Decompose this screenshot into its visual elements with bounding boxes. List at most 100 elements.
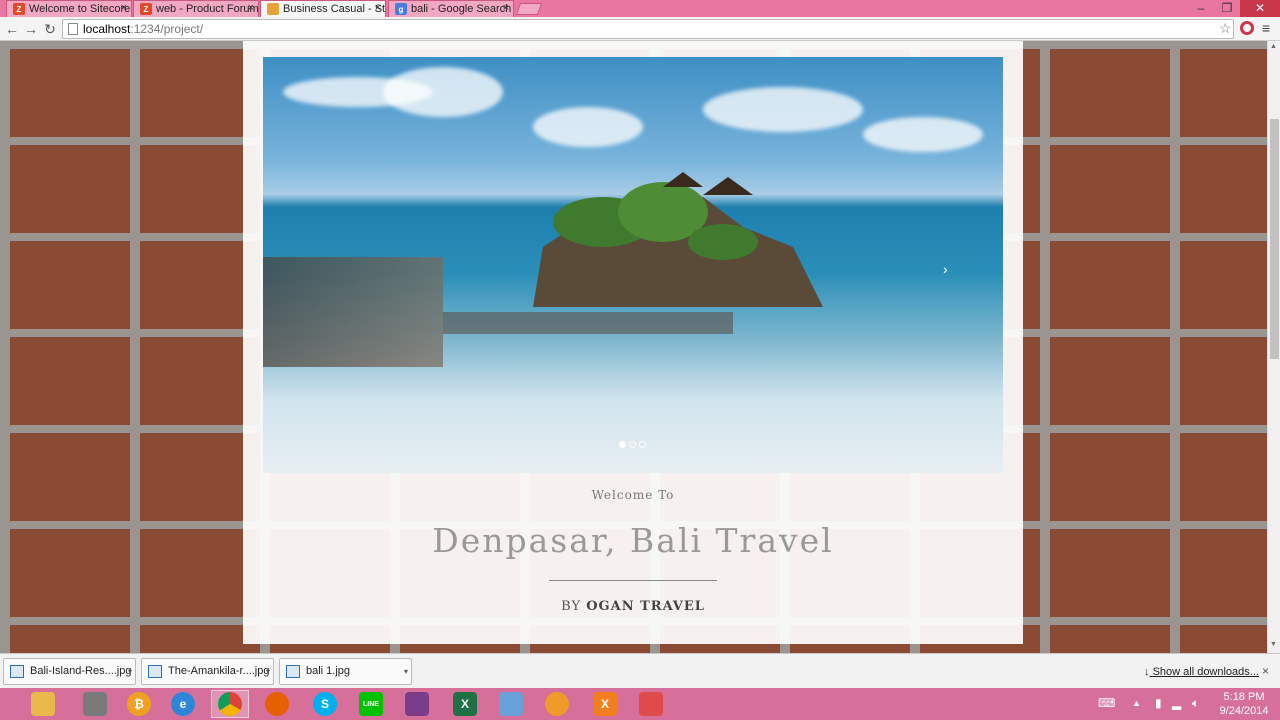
carousel-dot-1[interactable] [619,441,626,448]
tab-label: web - Product Forum [156,3,259,15]
firefox-icon [265,692,289,716]
minimize-icon[interactable]: – [1190,0,1212,17]
byline: BY OGAN TRAVEL [243,599,1023,614]
new-tab-button[interactable] [515,3,543,15]
keyboard-icon[interactable]: ⌨ [1098,696,1115,710]
download-filename: The-Amankila-r....jpg [168,665,270,677]
download-item[interactable]: bali 1.jpg ▾ [279,658,412,685]
battery-icon[interactable]: ▮ [1155,696,1162,710]
taskbar-excel[interactable]: X [446,690,484,718]
tab-product-forum[interactable]: Z web - Product Forum × [133,0,259,17]
address-bar[interactable]: localhost:1234/project/ [62,19,1234,39]
download-shelf: Bali-Island-Res....jpg ▾ The-Amankila-r.… [0,653,1280,688]
taskbar-winrar[interactable] [398,690,436,718]
taskbar-skype[interactable]: S [306,690,344,718]
clock-time: 5:18 PM [1223,691,1265,703]
image-file-icon [286,665,300,678]
tab-sitecore[interactable]: Z Welcome to Sitecore × [6,0,132,17]
image-file-icon [10,665,24,678]
tab-label: Welcome to Sitecore [29,3,131,15]
url-host: localhost [83,22,131,36]
page-title: Denpasar, Bali Travel [432,521,834,560]
bookmark-star-icon[interactable]: ☆ [1219,20,1232,37]
tab-favicon [267,3,279,15]
divider [549,580,717,581]
taskbar-bitcoin[interactable]: ₿ [120,690,158,718]
back-arrow-icon[interactable]: ← [3,20,21,38]
extension-icon[interactable] [1240,21,1254,35]
reload-icon[interactable]: ↻ [41,20,59,38]
tab-favicon: Z [13,3,25,15]
internet-explorer-icon: e [171,692,195,716]
window-close-icon[interactable]: ✕ [1240,0,1280,17]
close-shelf-icon[interactable]: × [1262,664,1269,678]
download-icon: ↓ [1144,666,1150,678]
taskbar-chrome[interactable] [211,690,249,718]
bitcoin-icon: ₿ [127,692,151,716]
download-filename: Bali-Island-Res....jpg [30,665,132,677]
skype-icon: S [313,692,337,716]
content-box: › Welcome To Denpasar, Bali Travel BY OG… [243,41,1023,644]
chrome-menu-icon[interactable]: ≡ [1262,20,1270,36]
carousel-next-icon[interactable]: › [943,261,948,277]
folder-icon [31,692,55,716]
scroll-up-icon[interactable]: ▲ [1270,43,1277,50]
carousel-dot-2[interactable] [629,441,636,448]
page-viewport: › Welcome To Denpasar, Bali Travel BY OG… [0,41,1267,653]
carousel-indicators [619,441,646,448]
scroll-down-icon[interactable]: ▼ [1270,641,1277,648]
tab-close-icon[interactable]: × [121,2,127,14]
excel-icon: X [453,692,477,716]
vertical-scrollbar[interactable]: ▲ ▼ [1267,41,1280,653]
byline-prefix: BY [561,599,582,614]
dropdown-arrow-icon[interactable]: ▾ [128,659,132,684]
download-filename: bali 1.jpg [306,665,351,677]
sublime-icon [545,692,569,716]
taskbar-app-red[interactable] [632,690,670,718]
browser-toolbar: ← → ↻ localhost:1234/project/ ☆ ≡ [0,17,1280,41]
tab-google-search[interactable]: g bali - Google Search × [388,0,514,17]
taskbar-printer[interactable] [76,690,114,718]
taskbar-line[interactable]: LINE [352,690,390,718]
tab-label: Business Casual - Sta [283,3,386,15]
forward-arrow-icon[interactable]: → [22,20,40,38]
app-icon [639,692,663,716]
chrome-icon [218,692,242,716]
page-icon [68,23,78,35]
signal-icon[interactable]: ▂ [1172,696,1181,710]
maximize-icon[interactable]: ❐ [1216,0,1238,17]
show-all-downloads-link[interactable]: ↓ Show all downloads... [1144,666,1259,678]
image-file-icon [148,665,162,678]
taskbar-sublime[interactable] [538,690,576,718]
carousel-dot-3[interactable] [639,441,646,448]
url-path: :1234/project/ [130,22,204,36]
tray-expand-icon[interactable]: ▲ [1132,698,1141,708]
xampp-icon: X [593,692,617,716]
taskbar-internet-explorer[interactable]: e [164,690,202,718]
welcome-text: Welcome To [591,488,675,502]
hero-carousel-image: › [263,57,1003,473]
tab-close-icon[interactable]: × [248,2,254,14]
system-clock[interactable]: 5:18 PM 9/24/2014 [1212,690,1276,718]
scrollbar-thumb[interactable] [1270,119,1279,359]
winrar-icon [405,692,429,716]
line-icon: LINE [359,692,383,716]
windows-taskbar: ₿ e S LINE X X ⌨ ▲ ▮ ▂ 🔈︎ 5:18 PM 9/24/2… [0,688,1280,720]
taskbar-xampp[interactable]: X [586,690,624,718]
browser-tab-strip: Z Welcome to Sitecore × Z web - Product … [0,0,1280,17]
brand-name: OGAN TRAVEL [586,599,705,614]
dropdown-arrow-icon[interactable]: ▾ [404,659,408,684]
tab-close-icon[interactable]: × [503,2,509,14]
download-item[interactable]: Bali-Island-Res....jpg ▾ [3,658,136,685]
taskbar-firefox[interactable] [258,690,296,718]
printer-icon [83,692,107,716]
tab-business-casual[interactable]: Business Casual - Sta × [260,0,386,17]
tab-close-icon[interactable]: × [375,2,381,14]
taskbar-file-explorer[interactable] [24,690,62,718]
download-item[interactable]: The-Amankila-r....jpg ▾ [141,658,274,685]
dropdown-arrow-icon[interactable]: ▾ [266,659,270,684]
volume-icon[interactable]: 🔈︎ [1192,696,1199,711]
island-temple-graphic [533,172,823,307]
taskbar-photos[interactable] [492,690,530,718]
tab-favicon: g [395,3,407,15]
